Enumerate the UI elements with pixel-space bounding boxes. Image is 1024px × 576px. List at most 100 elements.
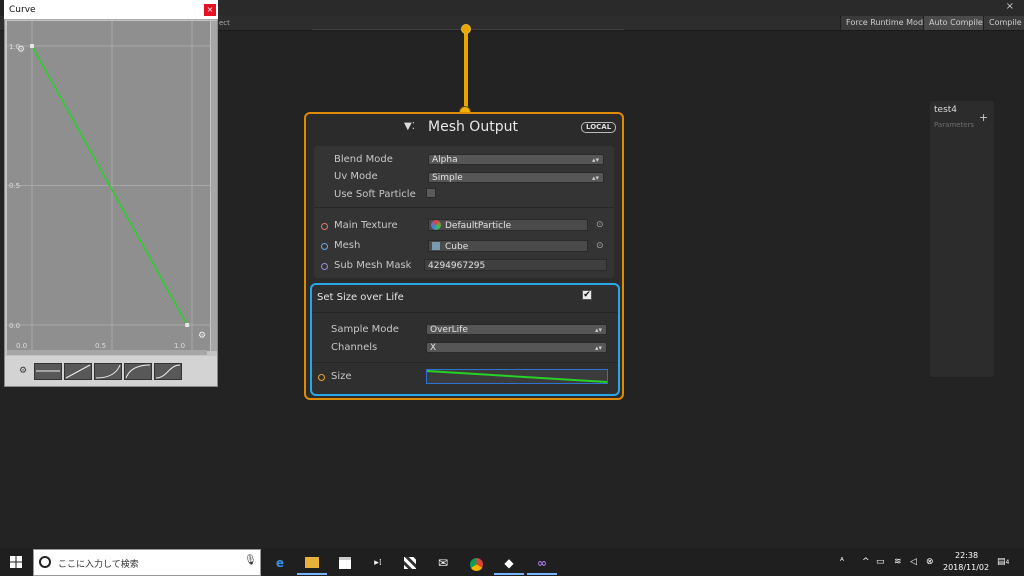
x-tick-label: 0.5 xyxy=(95,342,107,350)
clock-time[interactable]: 22:38 xyxy=(955,551,978,560)
wifi-icon[interactable]: ≋ xyxy=(894,557,902,567)
horizontal-scrollbar[interactable] xyxy=(7,350,207,355)
blackboard-panel xyxy=(929,100,995,378)
preset-linear[interactable] xyxy=(64,363,92,380)
field-value: DefaultParticle xyxy=(445,221,512,231)
preset-gear-icon[interactable]: ⚙ xyxy=(19,366,27,376)
active-app-indicator xyxy=(297,573,327,575)
compile-button[interactable]: Compile xyxy=(983,16,1024,30)
x-tick-label: 0.0 xyxy=(16,342,28,350)
preset-ease-out[interactable] xyxy=(124,363,152,380)
media-icon[interactable]: ▸⁞ xyxy=(368,553,388,573)
chevron-up-icon[interactable]: ^ xyxy=(862,557,870,567)
mesh-input-port[interactable] xyxy=(321,243,328,250)
chrome-icon[interactable] xyxy=(466,553,486,573)
input-label: Size xyxy=(331,371,352,382)
active-app-indicator xyxy=(494,573,524,575)
input-label: Mesh xyxy=(334,240,361,251)
main-texture-field[interactable]: DefaultParticle xyxy=(428,219,588,231)
store-icon[interactable] xyxy=(335,553,355,573)
sub-mesh-mask-input-port[interactable] xyxy=(321,263,328,270)
size-curve-field[interactable] xyxy=(426,369,608,384)
active-app-indicator xyxy=(527,573,557,575)
setting-label: Channels xyxy=(331,342,378,353)
main-texture-input-port[interactable] xyxy=(321,223,328,230)
add-parameter-button[interactable]: + xyxy=(979,111,988,124)
preset-constant[interactable] xyxy=(34,363,62,380)
setting-label: Use Soft Particle xyxy=(334,189,416,200)
use-soft-particle-checkbox[interactable] xyxy=(426,188,436,198)
windows-start-icon[interactable] xyxy=(10,556,22,568)
file-explorer-icon[interactable] xyxy=(302,553,322,573)
people-icon[interactable]: ᴬ xyxy=(840,557,844,567)
force-runtime-mode-button[interactable]: Force Runtime Mode xyxy=(840,16,933,30)
flow-connection-wire[interactable] xyxy=(464,27,468,111)
field-value: 4294967295 xyxy=(428,261,486,271)
curve-plot-area[interactable] xyxy=(7,21,210,351)
preset-ease-in-out[interactable] xyxy=(154,363,182,380)
blackboard-subtitle: Parameters xyxy=(934,121,975,129)
uv-mode-dropdown[interactable]: Simple ▴▾ xyxy=(428,172,604,183)
object-picker-icon[interactable]: ⊙ xyxy=(596,220,604,230)
x-tick-label: 1.0 xyxy=(174,342,186,350)
dropdown-value: X xyxy=(430,343,437,353)
blend-mode-dropdown[interactable]: Alpha ▴▾ xyxy=(428,154,604,165)
texture-thumbnail-icon xyxy=(431,220,441,230)
mail-icon[interactable]: ✉ xyxy=(433,553,453,573)
input-label: Sub Mesh Mask xyxy=(334,260,412,271)
window-title: Curve xyxy=(9,5,36,15)
toolbar-partial-label[interactable]: ect xyxy=(218,16,230,30)
mesh-field[interactable]: Cube xyxy=(428,240,588,252)
setting-label: Sample Mode xyxy=(331,324,399,335)
sample-mode-dropdown[interactable]: OverLife ▴▾ xyxy=(426,324,607,335)
size-input-port[interactable] xyxy=(318,374,325,381)
chevron-updown-icon: ▴▾ xyxy=(591,156,599,164)
search-placeholder: ここに入力して検索 xyxy=(58,560,139,570)
dropdown-value: Simple xyxy=(432,173,463,183)
curve-keyframe[interactable] xyxy=(185,323,190,327)
block-divider xyxy=(312,362,618,363)
curve-window-titlebar[interactable] xyxy=(4,0,218,20)
field-value: Cube xyxy=(445,242,469,252)
key-settings-gear-icon[interactable]: ⚙ xyxy=(17,45,25,55)
close-icon[interactable]: × xyxy=(1006,1,1014,12)
chevron-updown-icon: ▴▾ xyxy=(591,174,599,182)
curve-keyframe[interactable] xyxy=(30,44,34,48)
microphone-icon[interactable]: 🎙 xyxy=(244,555,257,566)
chevron-updown-icon: ▴▾ xyxy=(594,344,602,352)
upstream-flow-port[interactable] xyxy=(461,24,471,34)
dropdown-value: Alpha xyxy=(432,155,458,165)
block-enabled-checkbox[interactable]: ✔ xyxy=(582,290,592,300)
node-title: Mesh Output xyxy=(428,119,518,135)
setting-label: Uv Mode xyxy=(334,171,378,182)
notification-count: 4 xyxy=(1005,559,1010,566)
channels-dropdown[interactable]: X ▴▾ xyxy=(426,342,607,353)
section-divider xyxy=(314,207,614,208)
dropdown-value: OverLife xyxy=(430,325,468,335)
object-picker-icon[interactable]: ⊙ xyxy=(596,241,604,251)
y-tick-label: 0.0 xyxy=(9,322,21,330)
setting-label: Blend Mode xyxy=(334,154,393,165)
clock-date[interactable]: 2018/11/02 xyxy=(943,563,989,572)
auto-compile-button[interactable]: Auto Compile xyxy=(923,16,988,30)
block-divider xyxy=(312,312,618,313)
blackboard-title: test4 xyxy=(934,105,958,115)
preset-ease-in[interactable] xyxy=(94,363,122,380)
vertical-scrollbar[interactable] xyxy=(211,21,217,351)
mesh-cube-icon xyxy=(432,242,440,250)
app-icon[interactable] xyxy=(400,553,420,573)
status-x-icon[interactable]: ⊗ xyxy=(926,557,934,567)
block-title: Set Size over Life xyxy=(317,292,404,303)
volume-icon[interactable]: ◁ xyxy=(910,557,917,567)
battery-icon[interactable]: ▭ xyxy=(876,557,885,567)
edge-icon[interactable]: e xyxy=(270,553,290,573)
sub-mesh-mask-field[interactable]: 4294967295 xyxy=(424,259,607,271)
visual-studio-icon[interactable]: ∞ xyxy=(532,553,552,573)
input-label: Main Texture xyxy=(334,220,398,231)
notification-icon[interactable]: ▤4 xyxy=(997,557,1009,567)
graph-tab-strip xyxy=(218,0,1024,17)
unity-icon[interactable]: ◆ xyxy=(499,553,519,573)
space-badge[interactable]: LOCAL xyxy=(581,122,617,133)
close-window-button[interactable]: × xyxy=(204,4,216,16)
key-settings-gear-icon[interactable]: ⚙ xyxy=(198,331,206,341)
